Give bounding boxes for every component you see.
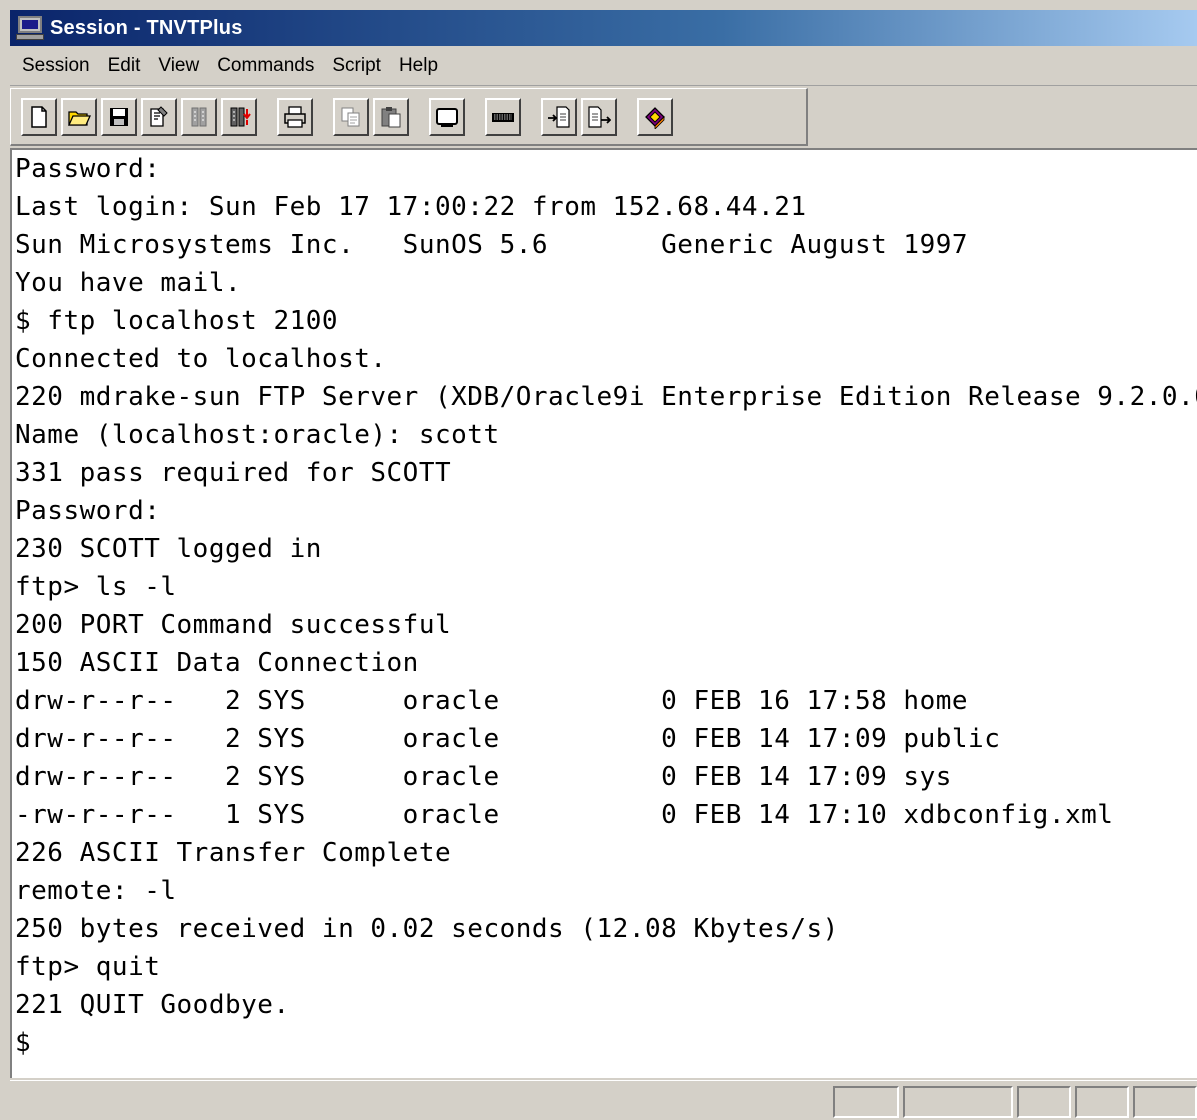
terminal-line: drw-r--r-- 2 SYS oracle 0 FEB 14 17:09 p… xyxy=(15,724,1001,754)
keyboard-icon xyxy=(492,112,514,122)
terminal-prompt-line: $ xyxy=(15,1028,32,1058)
help-book-button[interactable] xyxy=(637,97,673,136)
display-icon xyxy=(436,107,458,127)
send-file-icon xyxy=(588,105,611,128)
menu-commands[interactable]: Commands xyxy=(211,55,320,77)
terminal-line: drw-r--r-- 2 SYS oracle 0 FEB 14 17:09 s… xyxy=(15,762,952,792)
status-panel xyxy=(903,1086,1013,1118)
title-bar[interactable]: Session - TNVTPlus xyxy=(10,10,1197,46)
help-book-icon xyxy=(645,106,665,129)
terminal-line: 200 PORT Command successful xyxy=(15,610,452,640)
receive-file-icon xyxy=(548,105,570,128)
properties-button[interactable] xyxy=(141,97,177,136)
menu-script[interactable]: Script xyxy=(326,55,387,77)
connect-button[interactable] xyxy=(221,97,257,136)
display-button[interactable] xyxy=(429,97,465,136)
terminal-line: Connected to localhost. xyxy=(15,344,387,374)
terminal-line: Last login: Sun Feb 17 17:00:22 from 152… xyxy=(15,192,807,222)
status-panel xyxy=(1017,1086,1071,1118)
terminal-line: Password: xyxy=(15,154,161,184)
disconnect-button[interactable] xyxy=(181,97,217,136)
terminal-line: 250 bytes received in 0.02 seconds (12.0… xyxy=(15,914,839,944)
terminal-line: ftp> ls -l xyxy=(15,572,177,602)
paste-button[interactable] xyxy=(373,97,409,136)
terminal-line: Password: xyxy=(15,496,161,526)
terminal-line: 150 ASCII Data Connection xyxy=(15,648,419,678)
new-button[interactable] xyxy=(21,97,57,136)
toolbar xyxy=(10,88,808,146)
terminal-line: ftp> quit xyxy=(15,952,161,982)
terminal-screen[interactable]: Password: Last login: Sun Feb 17 17:00:2… xyxy=(10,148,1197,1078)
open-icon xyxy=(67,110,91,126)
new-icon xyxy=(31,105,47,128)
menu-view[interactable]: View xyxy=(152,55,205,77)
status-panel xyxy=(833,1086,899,1118)
terminal-line: Sun Microsystems Inc. SunOS 5.6 Generic … xyxy=(15,230,969,260)
menu-bar: Session Edit View Commands Script Help xyxy=(10,46,1197,86)
paste-icon xyxy=(381,106,401,127)
disconnect-icon xyxy=(191,107,207,126)
status-bar xyxy=(10,1080,1197,1120)
terminal-line: Name (localhost:oracle): scott xyxy=(15,420,500,450)
terminal-line: remote: -l xyxy=(15,876,177,906)
copy-button[interactable] xyxy=(333,97,369,136)
send-file-button[interactable] xyxy=(581,97,617,136)
menu-help[interactable]: Help xyxy=(393,55,444,77)
open-button[interactable] xyxy=(61,97,97,136)
status-panel xyxy=(1075,1086,1129,1118)
keyboard-button[interactable] xyxy=(485,97,521,136)
print-button[interactable] xyxy=(277,97,313,136)
menu-session[interactable]: Session xyxy=(16,55,96,77)
save-button[interactable] xyxy=(101,97,137,136)
terminal-line: 221 QUIT Goodbye. xyxy=(15,990,290,1020)
tnvtplus-window: Session - TNVTPlus Session Edit View Com… xyxy=(0,0,1197,1120)
terminal-line: $ ftp localhost 2100 xyxy=(15,306,339,336)
connect-icon xyxy=(230,107,251,126)
copy-icon xyxy=(341,107,360,126)
terminal-line: 230 SCOTT logged in xyxy=(15,534,322,564)
terminal-line: -rw-r--r-- 1 SYS oracle 0 FEB 14 17:10 x… xyxy=(15,800,1114,830)
window-title: Session - TNVTPlus xyxy=(50,16,243,39)
terminal-line: 220 mdrake-sun FTP Server (XDB/Oracle9i … xyxy=(15,382,1197,412)
print-icon xyxy=(284,105,306,128)
menu-edit[interactable]: Edit xyxy=(102,55,147,77)
properties-icon xyxy=(150,105,168,127)
save-icon xyxy=(110,107,128,126)
status-panel xyxy=(1133,1086,1197,1118)
terminal-app-icon[interactable] xyxy=(16,15,44,41)
terminal-line: drw-r--r-- 2 SYS oracle 0 FEB 16 17:58 h… xyxy=(15,686,969,716)
terminal-line: You have mail. xyxy=(15,268,242,298)
receive-file-button[interactable] xyxy=(541,97,577,136)
terminal-line: 331 pass required for SCOTT xyxy=(15,458,452,488)
terminal-line: 226 ASCII Transfer Complete xyxy=(15,838,452,868)
